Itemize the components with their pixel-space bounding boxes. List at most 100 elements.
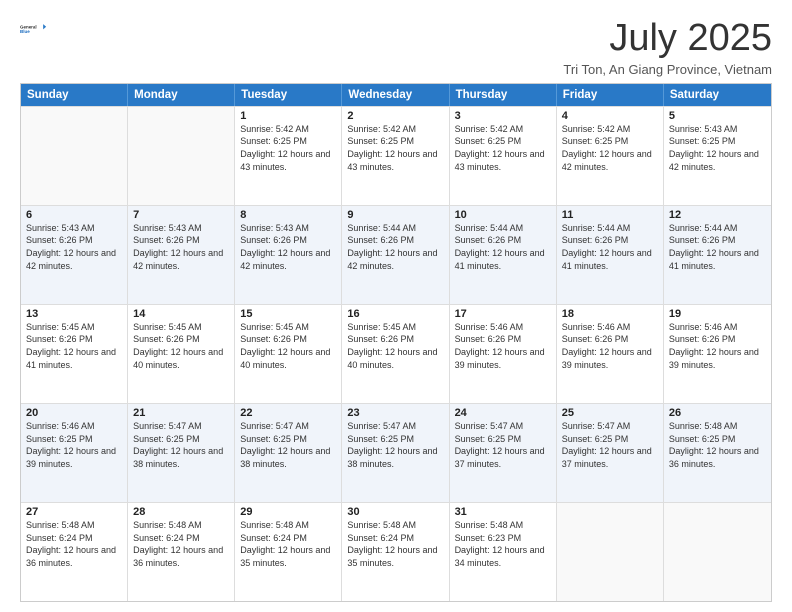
day-number: 27 [26, 506, 122, 518]
cell-info-line: Sunset: 6:24 PM [347, 532, 443, 545]
cell-info-line: Sunrise: 5:42 AM [455, 123, 551, 136]
calendar-header-cell: Wednesday [342, 84, 449, 106]
day-number: 28 [133, 506, 229, 518]
cell-info-line: Sunset: 6:24 PM [133, 532, 229, 545]
calendar-cell: 14Sunrise: 5:45 AMSunset: 6:26 PMDayligh… [128, 305, 235, 403]
day-number: 20 [26, 407, 122, 419]
cell-info-line: Daylight: 12 hours and 42 minutes. [347, 247, 443, 272]
cell-info-line: Sunrise: 5:42 AM [347, 123, 443, 136]
cell-info-line: Sunrise: 5:48 AM [240, 519, 336, 532]
calendar-cell [21, 107, 128, 205]
calendar-cell: 12Sunrise: 5:44 AMSunset: 6:26 PMDayligh… [664, 206, 771, 304]
calendar-cell: 7Sunrise: 5:43 AMSunset: 6:26 PMDaylight… [128, 206, 235, 304]
day-number: 22 [240, 407, 336, 419]
day-number: 5 [669, 110, 766, 122]
cell-info-line: Daylight: 12 hours and 38 minutes. [347, 445, 443, 470]
cell-info-line: Sunset: 6:24 PM [26, 532, 122, 545]
day-number: 6 [26, 209, 122, 221]
cell-info-line: Sunset: 6:25 PM [26, 433, 122, 446]
cell-info-line: Sunrise: 5:46 AM [669, 321, 766, 334]
cell-info-line: Sunset: 6:25 PM [133, 433, 229, 446]
title-block: July 2025 Tri Ton, An Giang Province, Vi… [563, 18, 772, 77]
cell-info-line: Sunrise: 5:44 AM [562, 222, 658, 235]
day-number: 1 [240, 110, 336, 122]
cell-info-line: Daylight: 12 hours and 35 minutes. [347, 544, 443, 569]
calendar-row: 27Sunrise: 5:48 AMSunset: 6:24 PMDayligh… [21, 502, 771, 601]
cell-info-line: Daylight: 12 hours and 43 minutes. [347, 148, 443, 173]
cell-info-line: Sunset: 6:24 PM [240, 532, 336, 545]
cell-info-line: Sunrise: 5:45 AM [133, 321, 229, 334]
calendar-cell: 5Sunrise: 5:43 AMSunset: 6:25 PMDaylight… [664, 107, 771, 205]
day-number: 2 [347, 110, 443, 122]
cell-info-line: Daylight: 12 hours and 37 minutes. [562, 445, 658, 470]
cell-info-line: Sunset: 6:26 PM [562, 234, 658, 247]
calendar-cell: 24Sunrise: 5:47 AMSunset: 6:25 PMDayligh… [450, 404, 557, 502]
day-number: 14 [133, 308, 229, 320]
calendar-cell: 4Sunrise: 5:42 AMSunset: 6:25 PMDaylight… [557, 107, 664, 205]
calendar-cell: 16Sunrise: 5:45 AMSunset: 6:26 PMDayligh… [342, 305, 449, 403]
calendar-cell: 11Sunrise: 5:44 AMSunset: 6:26 PMDayligh… [557, 206, 664, 304]
cell-info-line: Daylight: 12 hours and 39 minutes. [669, 346, 766, 371]
cell-info-line: Daylight: 12 hours and 40 minutes. [347, 346, 443, 371]
day-number: 10 [455, 209, 551, 221]
calendar-row: 6Sunrise: 5:43 AMSunset: 6:26 PMDaylight… [21, 205, 771, 304]
day-number: 16 [347, 308, 443, 320]
calendar-cell: 25Sunrise: 5:47 AMSunset: 6:25 PMDayligh… [557, 404, 664, 502]
day-number: 30 [347, 506, 443, 518]
cell-info-line: Sunrise: 5:44 AM [455, 222, 551, 235]
calendar-cell: 2Sunrise: 5:42 AMSunset: 6:25 PMDaylight… [342, 107, 449, 205]
calendar-cell: 1Sunrise: 5:42 AMSunset: 6:25 PMDaylight… [235, 107, 342, 205]
day-number: 24 [455, 407, 551, 419]
day-number: 18 [562, 308, 658, 320]
calendar-cell: 15Sunrise: 5:45 AMSunset: 6:26 PMDayligh… [235, 305, 342, 403]
calendar-cell: 3Sunrise: 5:42 AMSunset: 6:25 PMDaylight… [450, 107, 557, 205]
calendar-cell: 27Sunrise: 5:48 AMSunset: 6:24 PMDayligh… [21, 503, 128, 601]
cell-info-line: Sunrise: 5:44 AM [347, 222, 443, 235]
calendar-cell: 10Sunrise: 5:44 AMSunset: 6:26 PMDayligh… [450, 206, 557, 304]
calendar-header-cell: Thursday [450, 84, 557, 106]
cell-info-line: Sunset: 6:25 PM [669, 135, 766, 148]
cell-info-line: Sunrise: 5:45 AM [347, 321, 443, 334]
calendar-row: 13Sunrise: 5:45 AMSunset: 6:26 PMDayligh… [21, 304, 771, 403]
cell-info-line: Daylight: 12 hours and 39 minutes. [26, 445, 122, 470]
cell-info-line: Sunset: 6:26 PM [26, 234, 122, 247]
cell-info-line: Sunset: 6:26 PM [347, 234, 443, 247]
day-number: 31 [455, 506, 551, 518]
calendar-header-cell: Tuesday [235, 84, 342, 106]
cell-info-line: Sunset: 6:26 PM [26, 333, 122, 346]
cell-info-line: Sunset: 6:26 PM [240, 234, 336, 247]
calendar-cell [557, 503, 664, 601]
cell-info-line: Sunrise: 5:43 AM [133, 222, 229, 235]
cell-info-line: Sunrise: 5:47 AM [347, 420, 443, 433]
day-number: 15 [240, 308, 336, 320]
cell-info-line: Sunset: 6:25 PM [240, 433, 336, 446]
calendar-cell: 18Sunrise: 5:46 AMSunset: 6:26 PMDayligh… [557, 305, 664, 403]
cell-info-line: Sunrise: 5:48 AM [133, 519, 229, 532]
cell-info-line: Sunrise: 5:47 AM [133, 420, 229, 433]
day-number: 17 [455, 308, 551, 320]
cell-info-line: Daylight: 12 hours and 39 minutes. [562, 346, 658, 371]
cell-info-line: Sunset: 6:26 PM [133, 234, 229, 247]
cell-info-line: Daylight: 12 hours and 42 minutes. [133, 247, 229, 272]
calendar-cell: 20Sunrise: 5:46 AMSunset: 6:25 PMDayligh… [21, 404, 128, 502]
cell-info-line: Sunset: 6:26 PM [455, 234, 551, 247]
cell-info-line: Daylight: 12 hours and 42 minutes. [240, 247, 336, 272]
cell-info-line: Sunrise: 5:45 AM [240, 321, 336, 334]
calendar-cell: 8Sunrise: 5:43 AMSunset: 6:26 PMDaylight… [235, 206, 342, 304]
cell-info-line: Sunrise: 5:47 AM [562, 420, 658, 433]
logo: General Blue General Blue [20, 18, 48, 40]
cell-info-line: Sunset: 6:26 PM [669, 333, 766, 346]
cell-info-line: Sunset: 6:26 PM [240, 333, 336, 346]
calendar: SundayMondayTuesdayWednesdayThursdayFrid… [20, 83, 772, 602]
cell-info-line: Sunset: 6:26 PM [347, 333, 443, 346]
cell-info-line: Daylight: 12 hours and 38 minutes. [240, 445, 336, 470]
cell-info-line: Daylight: 12 hours and 38 minutes. [133, 445, 229, 470]
cell-info-line: Sunset: 6:25 PM [347, 433, 443, 446]
cell-info-line: Sunset: 6:23 PM [455, 532, 551, 545]
cell-info-line: Daylight: 12 hours and 40 minutes. [133, 346, 229, 371]
calendar-header-cell: Friday [557, 84, 664, 106]
cell-info-line: Sunset: 6:25 PM [455, 433, 551, 446]
cell-info-line: Daylight: 12 hours and 43 minutes. [455, 148, 551, 173]
cell-info-line: Daylight: 12 hours and 34 minutes. [455, 544, 551, 569]
day-number: 9 [347, 209, 443, 221]
